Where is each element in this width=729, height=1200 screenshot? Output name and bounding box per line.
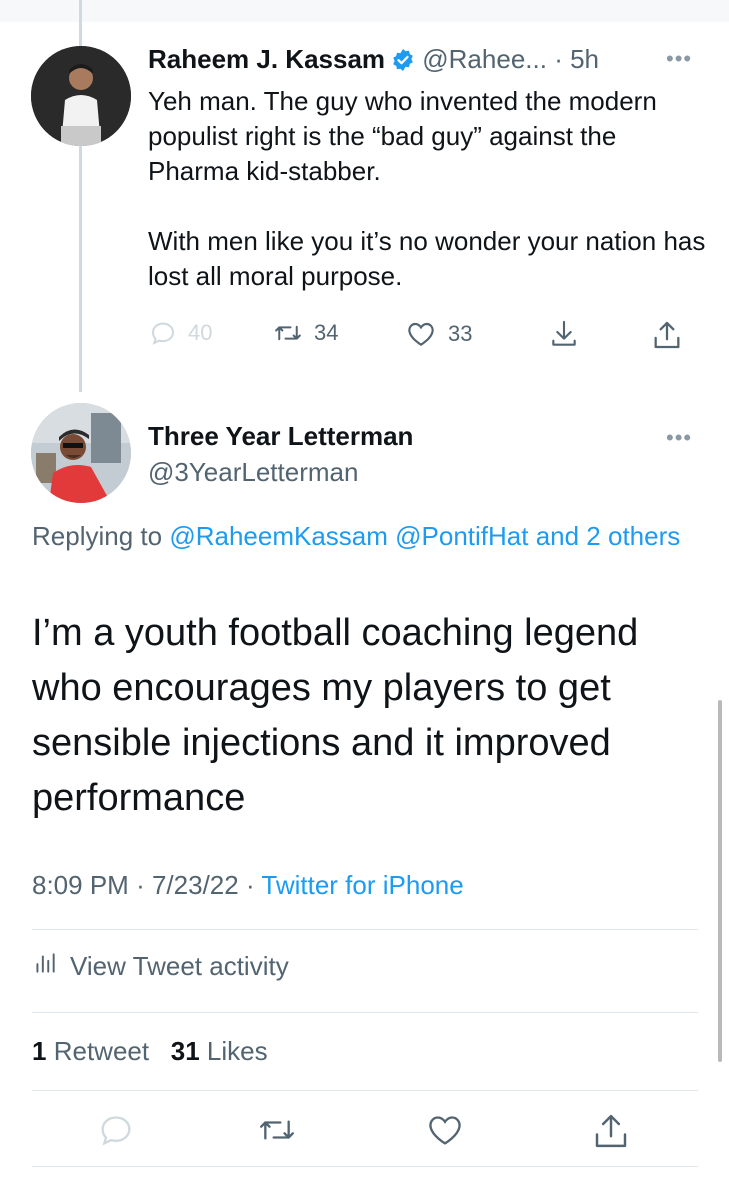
share-icon bbox=[650, 318, 684, 352]
share-icon bbox=[590, 1114, 632, 1156]
like-icon bbox=[404, 318, 438, 350]
parent-tweet-header: Raheem J. Kassam @Rahee... · 5h bbox=[148, 44, 599, 79]
engagement-counts: 1 Retweet 31 Likes bbox=[32, 1036, 268, 1067]
verified-badge-icon bbox=[391, 48, 415, 79]
avatar[interactable] bbox=[31, 46, 131, 146]
more-icon[interactable]: ••• bbox=[666, 46, 692, 72]
reply-icon bbox=[148, 318, 178, 348]
tweet-time[interactable]: · 5h bbox=[554, 44, 599, 74]
bookmark-download-icon bbox=[548, 318, 580, 350]
divider bbox=[32, 1090, 698, 1091]
tweet-time[interactable]: 8:09 PM bbox=[32, 870, 129, 900]
retweets-number: 1 bbox=[32, 1036, 47, 1066]
likes-label: Likes bbox=[206, 1036, 268, 1066]
retweet-button[interactable]: 34 bbox=[272, 318, 338, 348]
like-count: 33 bbox=[448, 321, 473, 346]
retweets-label: Retweet bbox=[53, 1036, 150, 1066]
retweets-link[interactable]: 1 Retweet bbox=[32, 1036, 149, 1066]
likes-number: 31 bbox=[170, 1036, 200, 1066]
author-handle[interactable]: @Rahee... bbox=[422, 44, 547, 74]
tweet-text: I’m a youth football coaching legend who… bbox=[32, 612, 639, 819]
top-edge bbox=[0, 0, 729, 22]
retweet-count: 34 bbox=[314, 320, 339, 345]
tweet-meta: 8:09 PM · 7/23/22 · Twitter for iPhone bbox=[32, 870, 464, 901]
tweet-paragraph: Yeh man. The guy who invented the modern… bbox=[148, 86, 657, 186]
separator: · bbox=[245, 870, 255, 900]
divider bbox=[32, 1012, 698, 1013]
reply-button[interactable]: 40 bbox=[148, 318, 212, 348]
likes-link[interactable]: 31 Likes bbox=[171, 1036, 268, 1066]
author-handle[interactable]: @3YearLetterman bbox=[148, 457, 358, 488]
divider bbox=[32, 1166, 698, 1167]
like-icon bbox=[424, 1116, 466, 1154]
parent-tweet-text: Yeh man. The guy who invented the modern… bbox=[148, 84, 708, 294]
separator: · bbox=[136, 870, 145, 900]
reply-count: 40 bbox=[188, 320, 213, 345]
replying-others-link[interactable]: and 2 others bbox=[536, 521, 681, 551]
activity-bars-icon bbox=[32, 950, 58, 983]
author-name[interactable]: Raheem J. Kassam bbox=[148, 44, 385, 74]
like-button[interactable] bbox=[424, 1110, 466, 1155]
share-button[interactable] bbox=[590, 1110, 632, 1157]
more-icon[interactable]: ••• bbox=[666, 425, 692, 451]
bookmark-download-button[interactable] bbox=[548, 318, 580, 350]
replying-prefix: Replying to bbox=[32, 521, 163, 551]
scrollbar[interactable] bbox=[718, 700, 722, 1062]
author-name[interactable]: Three Year Letterman bbox=[148, 421, 413, 452]
retweet-icon bbox=[272, 318, 304, 348]
replying-users-link[interactable]: @RaheemKassam @PontifHat bbox=[169, 521, 528, 551]
tweet-date[interactable]: 7/23/22 bbox=[152, 870, 239, 900]
reply-button[interactable] bbox=[96, 1110, 136, 1155]
retweet-button[interactable] bbox=[256, 1110, 298, 1155]
avatar[interactable] bbox=[31, 403, 131, 503]
share-button[interactable] bbox=[650, 318, 684, 352]
tweet-paragraph: With men like you it’s no wonder your na… bbox=[148, 226, 706, 291]
tweet-source-link[interactable]: Twitter for iPhone bbox=[261, 870, 463, 900]
view-tweet-activity-button[interactable]: View Tweet activity bbox=[32, 950, 289, 983]
like-button[interactable]: 33 bbox=[404, 318, 472, 350]
divider bbox=[32, 929, 698, 930]
activity-label: View Tweet activity bbox=[70, 951, 289, 981]
reply-icon bbox=[96, 1116, 136, 1154]
retweet-icon bbox=[256, 1120, 298, 1154]
replying-to: Replying to @RaheemKassam @PontifHat and… bbox=[32, 515, 692, 557]
